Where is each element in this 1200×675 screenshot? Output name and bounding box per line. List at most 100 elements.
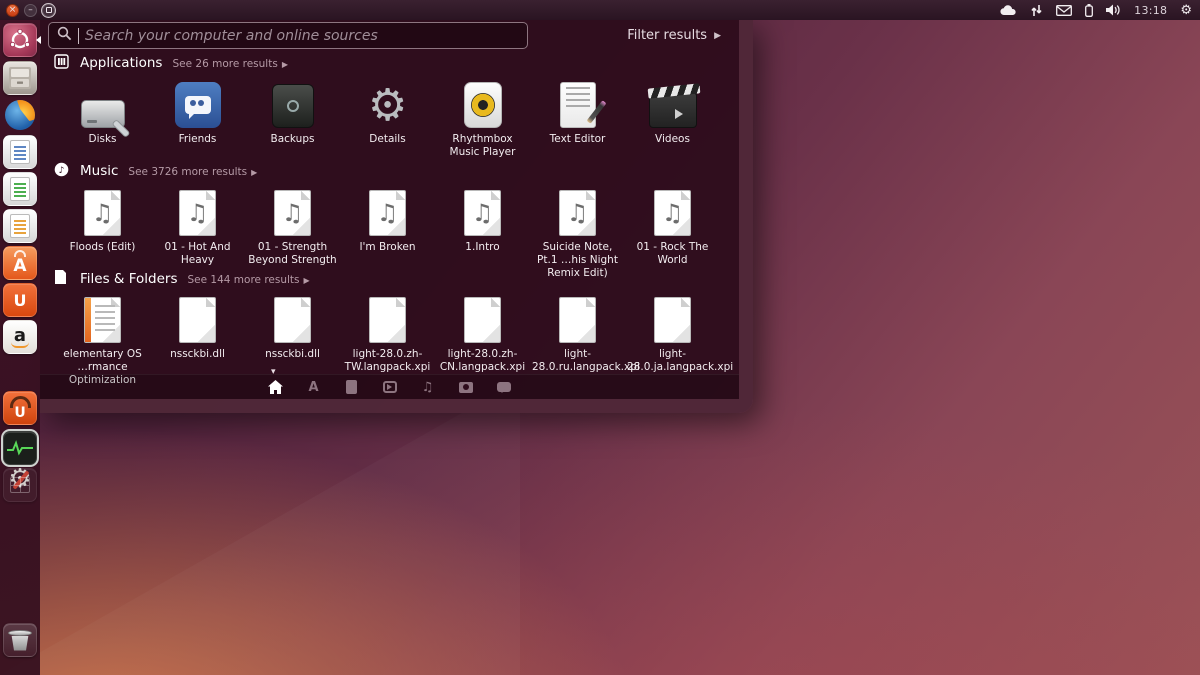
maximize-button[interactable] [42, 3, 55, 17]
applications-category-icon [54, 54, 70, 70]
result-tile-music-file[interactable]: ♫ I'm Broken [340, 184, 435, 254]
lens-applications-icon[interactable]: A [306, 379, 322, 395]
lens-home-icon[interactable] [268, 379, 284, 395]
tile-label: Videos [655, 133, 690, 145]
lens-files-icon[interactable] [344, 379, 360, 395]
tile-label: light-28.0.zh-CN.langpack.xpi [439, 348, 526, 374]
tile-label: Backups [270, 133, 315, 145]
session-gear-icon[interactable]: ⚙ [1180, 3, 1192, 18]
battery-icon[interactable] [1085, 3, 1094, 17]
lens-videos-icon[interactable] [382, 379, 398, 395]
result-tile-file[interactable]: light-28.0.zh-CN.langpack.xpi [435, 291, 530, 374]
file-icon [179, 297, 216, 343]
music-file-icon: ♫ [274, 190, 311, 236]
impress-presentation-icon [10, 214, 30, 238]
cloud-icon[interactable] [1000, 4, 1017, 16]
rhythmbox-speaker-icon [463, 82, 502, 128]
trash-rim-icon [8, 630, 32, 636]
focused-app-arrow [36, 36, 41, 44]
result-tile-music-file[interactable]: ♫ 01 - Rock The World [625, 184, 720, 267]
search-bar[interactable] [48, 22, 528, 49]
launcher-item-libreoffice-calc[interactable] [3, 172, 37, 206]
result-tile-disks[interactable]: Disks [55, 76, 150, 146]
text-editor-icon [559, 82, 606, 128]
system-monitor-graph-icon [7, 440, 33, 456]
tile-label: nssckbi.dll [170, 348, 225, 360]
sync-arrows-icon[interactable] [1030, 4, 1043, 17]
see-more-music[interactable]: See 3726 more results ▶ [128, 166, 257, 178]
result-tile-file[interactable]: light-28.0.ja.langpack.xpi [625, 291, 733, 374]
unity-launcher: A U a U ⚙ [0, 20, 41, 675]
launcher-item-software-center[interactable]: A [3, 246, 37, 280]
close-button[interactable]: × [6, 3, 19, 17]
launcher-item-firefox[interactable] [3, 98, 37, 132]
launcher-item-ubuntu-one[interactable]: U [3, 283, 37, 317]
result-tile-music-file[interactable]: ♫ Suicide Note, Pt.1 …his Night Remix Ed… [530, 184, 625, 280]
tile-label: 01 - Hot And Heavy [164, 241, 231, 267]
launcher-item-trash[interactable] [3, 623, 37, 657]
result-tile-details[interactable]: ⚙ Details [340, 76, 435, 146]
result-tile-music-file[interactable]: ♫ 01 - Strength Beyond Strength [245, 184, 340, 267]
files-category-icon [54, 269, 70, 285]
filter-results-button[interactable]: Filter results ▶ [627, 28, 721, 43]
backups-safe-icon [271, 84, 314, 128]
tile-label: Disks [88, 133, 117, 145]
clock[interactable]: 13:18 [1134, 4, 1167, 17]
lens-social-icon[interactable] [496, 379, 512, 395]
mail-envelope-icon[interactable] [1056, 4, 1073, 16]
launcher-item-amazon[interactable]: a [3, 320, 37, 354]
unity-dash: Filter results ▶ Applications See 26 mor… [40, 20, 753, 413]
search-input[interactable] [85, 27, 519, 44]
window-controls: × – [6, 3, 55, 17]
launcher-item-workspace-switcher[interactable] [3, 468, 37, 502]
volume-icon[interactable] [1106, 4, 1121, 16]
writer-document-icon [10, 140, 30, 164]
result-tile-file[interactable]: light-28.0.ru.langpack.xpi [530, 291, 640, 374]
music-file-icon: ♫ [179, 190, 216, 236]
lens-photos-icon[interactable] [458, 379, 474, 395]
result-tile-music-file[interactable]: ♫ Floods (Edit) [55, 184, 150, 254]
result-tile-music-file[interactable]: ♫ 01 - Hot And Heavy [150, 184, 245, 267]
tile-label: 1.Intro [465, 241, 500, 253]
launcher-item-system-monitor[interactable] [3, 431, 37, 465]
launcher-item-ubuntu-dash[interactable] [3, 23, 37, 57]
result-tile-videos[interactable]: Videos [625, 76, 720, 146]
text-caret [78, 27, 79, 44]
lens-music-icon[interactable]: ♫ [420, 379, 436, 395]
result-tile-backups[interactable]: Backups [245, 76, 340, 146]
tile-label: Suicide Note, Pt.1 …his Night Remix Edit… [537, 241, 618, 280]
videos-clapperboard-icon [647, 83, 700, 128]
launcher-item-files[interactable] [3, 61, 37, 95]
filter-results-label: Filter results [627, 28, 708, 43]
ubuntu-logo-icon [9, 29, 31, 49]
tile-label: Text Editor [549, 133, 606, 145]
music-file-icon: ♫ [559, 190, 596, 236]
see-more-applications[interactable]: See 26 more results ▶ [172, 58, 288, 70]
search-icon [57, 26, 72, 45]
launcher-item-libreoffice-impress[interactable] [3, 209, 37, 243]
result-tile-rhythmbox[interactable]: Rhythmbox Music Player [435, 76, 530, 159]
result-tile-file[interactable]: light-28.0.zh-TW.langpack.xpi [340, 291, 435, 374]
file-cabinet-icon [9, 67, 31, 89]
tile-label: Details [369, 133, 406, 145]
result-tile-friends[interactable]: Friends [150, 76, 245, 146]
file-icon [654, 297, 691, 343]
lens-bar: A ♫ [40, 374, 739, 399]
result-tile-music-file[interactable]: ♫ 1.Intro [435, 184, 530, 254]
trash-icon [11, 635, 29, 651]
ubuntu-one-letter: U [13, 290, 27, 310]
result-tile-text-editor[interactable]: Text Editor [530, 76, 625, 146]
result-tile-file[interactable]: nssckbi.dll [150, 291, 245, 361]
svg-text:♪: ♪ [59, 166, 65, 176]
minimize-button[interactable]: – [24, 3, 37, 17]
result-tile-file[interactable]: nssckbi.dll [245, 291, 340, 361]
tile-label: 01 - Rock The World [636, 241, 709, 267]
u1-music-letter: U [14, 405, 26, 421]
see-more-files[interactable]: See 144 more results ▶ [188, 274, 310, 286]
file-icon [559, 297, 596, 343]
result-tile-document[interactable]: elementary OS …rmance Optimization [55, 291, 150, 387]
calc-spreadsheet-icon [10, 177, 30, 201]
launcher-item-libreoffice-writer[interactable] [3, 135, 37, 169]
indicator-tray: 13:18 ⚙ [1000, 3, 1192, 18]
launcher-item-ubuntu-one-music[interactable]: U [3, 391, 37, 425]
